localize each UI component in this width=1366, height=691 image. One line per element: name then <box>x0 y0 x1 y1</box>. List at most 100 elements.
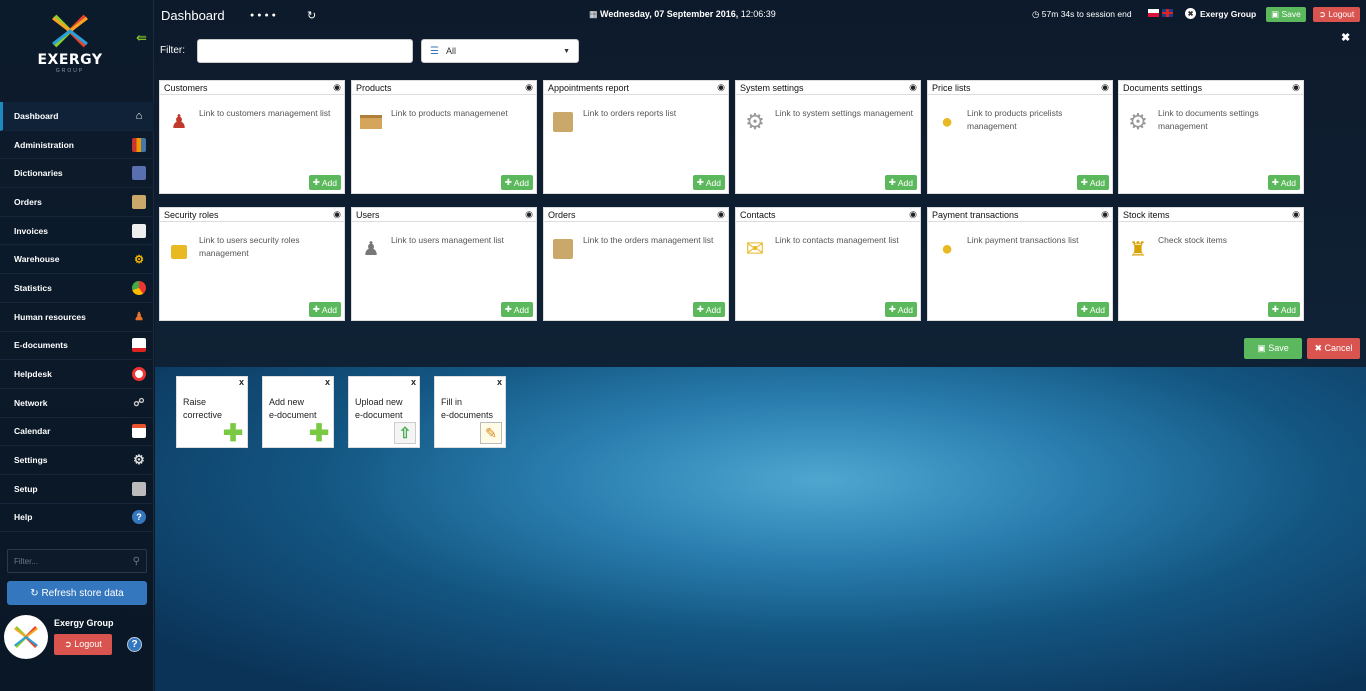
tile-link[interactable]: Link to contacts management list <box>775 234 915 247</box>
box-icon <box>551 237 575 261</box>
tile-link[interactable]: Link payment transactions list <box>967 234 1107 247</box>
reload-icon[interactable]: ↻ <box>307 9 316 22</box>
collapse-arrow-icon[interactable]: ⇚ <box>136 30 147 46</box>
filter-input[interactable] <box>197 39 413 63</box>
sidebar-item-human-resources[interactable]: Human resources ♟ <box>0 303 154 332</box>
sidebar-item-label: Calendar <box>14 426 51 437</box>
sidebar-filter-input[interactable] <box>14 556 133 566</box>
sidebar-item-warehouse[interactable]: Warehouse ⚙ <box>0 245 154 275</box>
sidebar-item-orders[interactable]: Orders <box>0 188 154 217</box>
sidebar-item-administration[interactable]: Administration <box>0 131 154 160</box>
close-icon[interactable]: x <box>411 377 416 387</box>
close-icon[interactable]: x <box>325 377 330 387</box>
eye-icon[interactable]: ◉ <box>333 82 341 93</box>
header-logout-button[interactable]: ➲ Logout <box>1313 7 1360 22</box>
refresh-store-data-button[interactable]: ↻ Refresh store data <box>7 581 147 605</box>
form-edit-icon: ✎ <box>480 422 502 444</box>
help-icon[interactable]: ? <box>127 637 142 652</box>
close-icon[interactable]: x <box>497 377 502 387</box>
eye-icon[interactable]: ◉ <box>1292 82 1300 93</box>
sidebar-logout-button[interactable]: ➲ Logout <box>54 634 112 655</box>
sidebar-item-label: Dictionaries <box>14 168 63 179</box>
sidebar-item-helpdesk[interactable]: Helpdesk <box>0 360 154 389</box>
add-button[interactable]: ✚ Add <box>692 302 725 317</box>
filter-select[interactable]: ☰ All ▼ <box>421 39 579 63</box>
tile-link[interactable]: Link to documents settings management <box>1158 107 1298 132</box>
sidebar-item-label: Administration <box>14 139 74 150</box>
search-icon[interactable]: ⚲ <box>133 556 140 567</box>
tile-contacts: Contacts ◉ ✉ Link to contacts management … <box>735 207 921 321</box>
tile-link[interactable]: Link to the orders management list <box>583 234 723 247</box>
add-button[interactable]: ✚ Add <box>884 302 917 317</box>
add-button[interactable]: ✚ Add <box>1267 175 1300 190</box>
coins-icon: ● <box>940 237 954 260</box>
company-name: Exergy Group <box>1200 8 1257 19</box>
eye-icon[interactable]: ◉ <box>525 209 533 220</box>
eye-icon[interactable]: ◉ <box>717 82 725 93</box>
avatar[interactable] <box>4 615 48 659</box>
tile-link[interactable]: Link to customers management list <box>199 107 339 120</box>
sidebar-item-setup[interactable]: Setup <box>0 475 154 504</box>
eye-icon[interactable]: ◉ <box>1101 209 1109 220</box>
close-icon[interactable]: ✖ <box>1341 31 1350 44</box>
plus-icon: ✚ <box>1080 177 1088 187</box>
add-button[interactable]: ✚ Add <box>308 175 341 190</box>
sidebar-item-dictionaries[interactable]: Dictionaries <box>0 159 154 189</box>
add-button[interactable]: ✚ Add <box>884 175 917 190</box>
add-button[interactable]: ✚ Add <box>500 302 533 317</box>
tile-title: Appointments report <box>548 83 630 93</box>
sidebar-item-settings[interactable]: Settings ⚙ <box>0 446 154 475</box>
gear-icon: ⚙ <box>133 452 145 468</box>
filter-label: Filter: <box>160 45 185 56</box>
sidebar-item-help[interactable]: Help ? <box>0 504 154 533</box>
tile-title: Payment transactions <box>932 210 1019 220</box>
brand-logo[interactable]: EXERGY GROUP <box>30 12 110 90</box>
save-button[interactable]: ▣ Save <box>1244 338 1302 359</box>
tile-link[interactable]: Link to users security roles management <box>199 234 339 259</box>
eye-icon[interactable]: ◉ <box>909 209 917 220</box>
eye-icon[interactable]: ◉ <box>333 209 341 220</box>
add-button[interactable]: ✚ Add <box>308 302 341 317</box>
session-text: 57m 34s to session end <box>1041 9 1132 19</box>
add-button[interactable]: ✚ Add <box>1076 175 1109 190</box>
add-button[interactable]: ✚ Add <box>1076 302 1109 317</box>
quick-tile-raise-corrective[interactable]: x Raise corrective ✚ <box>176 376 248 448</box>
sidebar-item-invoices[interactable]: Invoices <box>0 217 154 246</box>
open-box-icon <box>359 110 383 134</box>
add-button[interactable]: ✚ Add <box>1267 302 1300 317</box>
tile-link[interactable]: Link to users management list <box>391 234 531 247</box>
quick-tile-fill-in-e-documents[interactable]: x Fill in e-documents ✎ <box>434 376 506 448</box>
eye-icon[interactable]: ◉ <box>525 82 533 93</box>
tile-link[interactable]: Check stock items <box>1158 234 1298 247</box>
tile-security-roles: Security roles ◉ Link to users security r… <box>159 207 345 321</box>
tile-system-settings: System settings ◉ ⚙ Link to system settin… <box>735 80 921 194</box>
tile-link[interactable]: Link to products pricelists management <box>967 107 1107 132</box>
tile-link[interactable]: Link to system settings management <box>775 107 915 120</box>
add-button[interactable]: ✚ Add <box>692 175 725 190</box>
eye-icon[interactable]: ◉ <box>717 209 725 220</box>
sidebar-item-calendar[interactable]: Calendar <box>0 418 154 447</box>
tile-link[interactable]: Link to products managemenet <box>391 107 531 120</box>
tile-products: Products ◉ Link to products managemenet ✚… <box>351 80 537 194</box>
close-icon[interactable]: x <box>239 377 244 387</box>
eye-icon[interactable]: ◉ <box>1101 82 1109 93</box>
header-save-label: Save <box>1281 9 1301 19</box>
eye-icon[interactable]: ◉ <box>909 82 917 93</box>
header-logout-label: Logout <box>1328 9 1355 19</box>
forklift-icon: ♜ <box>1129 238 1147 261</box>
sidebar-item-network[interactable]: Network ☍ <box>0 389 154 418</box>
datetime-time: 12:06:39 <box>740 9 776 19</box>
flag-pl-icon[interactable] <box>1148 9 1159 17</box>
eye-icon[interactable]: ◉ <box>1292 209 1300 220</box>
quick-tile-add-new-e-document[interactable]: x Add new e-document ✚ <box>262 376 334 448</box>
tile-link[interactable]: Link to orders reports list <box>583 107 723 120</box>
flag-gb-icon[interactable] <box>1162 9 1173 17</box>
sidebar-item-dashboard[interactable]: Dashboard ⌂ <box>0 102 154 131</box>
quick-tile-upload-new-e-document[interactable]: x Upload new e-document ⇧ <box>348 376 420 448</box>
add-button[interactable]: ✚ Add <box>500 175 533 190</box>
cancel-button[interactable]: ✖ Cancel <box>1307 338 1360 359</box>
sidebar-item-e-documents[interactable]: E-documents <box>0 332 154 361</box>
header-save-button[interactable]: ▣ Save <box>1266 7 1306 22</box>
sidebar-item-statistics[interactable]: Statistics <box>0 274 154 303</box>
company-selector[interactable]: ✖ Exergy Group <box>1185 8 1256 19</box>
